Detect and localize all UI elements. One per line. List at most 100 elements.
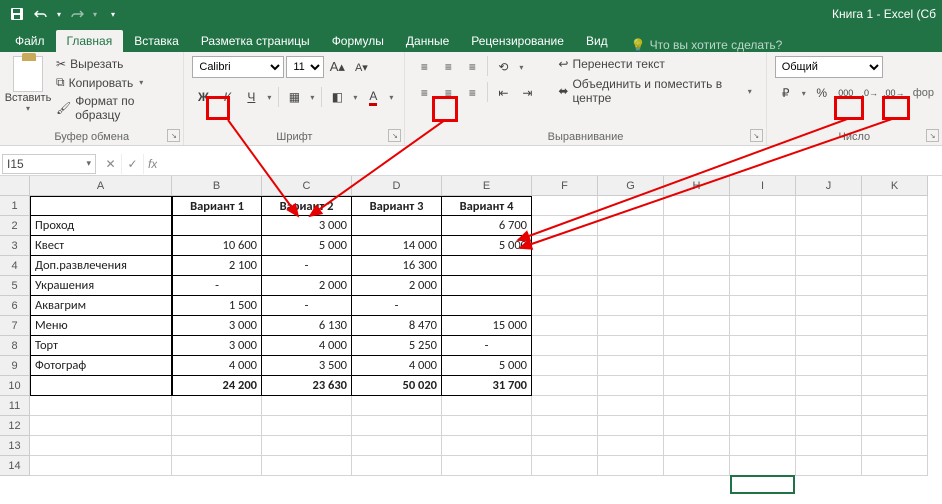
cell[interactable] [598,416,664,436]
save-icon[interactable] [6,3,28,25]
cell[interactable] [262,436,352,456]
cell[interactable] [442,396,532,416]
cell[interactable] [664,296,730,316]
cell[interactable] [730,276,796,296]
cell[interactable] [730,196,796,216]
enter-icon[interactable]: ✓ [122,154,144,174]
cell[interactable] [730,236,796,256]
column-header[interactable]: F [532,176,598,196]
increase-font-icon[interactable]: A▴ [326,56,348,78]
cell[interactable] [796,316,862,336]
currency-icon[interactable]: ₽ [775,82,797,104]
cell[interactable] [664,396,730,416]
cell[interactable]: 50 020 [352,376,442,396]
cell[interactable]: 5 000 [442,356,532,376]
row-header[interactable]: 13 [0,436,30,456]
cell[interactable] [598,216,664,236]
cell[interactable] [532,276,598,296]
cell[interactable] [664,256,730,276]
cell[interactable] [796,256,862,276]
fx-icon[interactable]: fx [148,157,157,171]
cell[interactable] [796,356,862,376]
thousands-separator-icon[interactable]: 000 [835,82,857,104]
cell[interactable] [30,416,172,436]
tell-me-search[interactable]: 💡 Что вы хотите сделать? [631,38,783,52]
cell[interactable]: - [442,336,532,356]
chevron-down-icon[interactable]: ▾ [799,82,809,104]
cell[interactable] [730,336,796,356]
cell[interactable]: 8 470 [352,316,442,336]
cell[interactable] [352,456,442,476]
cell[interactable]: Доп.развлечения [30,256,172,276]
cell[interactable] [532,256,598,276]
cell[interactable]: 4 000 [172,356,262,376]
row-header[interactable]: 14 [0,456,30,476]
cell[interactable] [664,276,730,296]
cell[interactable]: 5 250 [352,336,442,356]
font-name-select[interactable]: Calibri [192,56,284,78]
tab-page-layout[interactable]: Разметка страницы [190,30,321,52]
cell[interactable] [664,356,730,376]
cell[interactable]: 6 700 [442,216,532,236]
cell[interactable] [172,456,262,476]
cell[interactable] [532,436,598,456]
cell[interactable]: 5 000 [262,236,352,256]
undo-more-icon[interactable]: ▾ [54,3,64,25]
cell[interactable] [262,456,352,476]
cell[interactable]: 4 000 [262,336,352,356]
tab-file[interactable]: Файл [4,30,56,52]
align-bottom-icon[interactable]: ≡ [461,56,483,78]
cell[interactable] [862,456,928,476]
decrease-indent-icon[interactable]: ⇤ [492,82,514,104]
align-left-icon[interactable]: ≡ [413,82,435,104]
cell[interactable]: 4 000 [352,356,442,376]
cell[interactable]: Вариант 2 [262,196,352,216]
cell[interactable] [30,376,172,396]
tab-review[interactable]: Рецензирование [460,30,575,52]
chevron-down-icon[interactable]: ▾ [264,86,274,108]
cell[interactable] [862,216,928,236]
chevron-down-icon[interactable]: ▾ [350,86,360,108]
cell[interactable]: 2 000 [352,276,442,296]
cell[interactable] [862,276,928,296]
fill-color-button[interactable]: ◧ [326,86,348,108]
cell[interactable]: - [262,296,352,316]
align-center-icon[interactable]: ≡ [437,82,459,104]
cell[interactable]: 2 100 [172,256,262,276]
italic-button[interactable]: К [216,86,238,108]
cell[interactable] [796,376,862,396]
row-header[interactable]: 8 [0,336,30,356]
cell[interactable]: 3 000 [172,336,262,356]
name-box[interactable]: I15 ▾ [2,154,96,174]
cell[interactable] [796,216,862,236]
cell[interactable] [598,436,664,456]
undo-icon[interactable] [30,3,52,25]
cell[interactable] [532,396,598,416]
cell[interactable] [172,216,262,236]
cell[interactable] [598,336,664,356]
cell[interactable] [598,356,664,376]
chevron-down-icon[interactable]: ▾ [516,56,526,78]
cell[interactable] [862,196,928,216]
cell[interactable] [862,296,928,316]
cell[interactable] [598,456,664,476]
row-header[interactable]: 2 [0,216,30,236]
cell[interactable] [796,436,862,456]
borders-button[interactable]: ▦ [283,86,305,108]
cell[interactable]: Квест [30,236,172,256]
cell[interactable] [664,316,730,336]
cell[interactable] [796,296,862,316]
cell[interactable] [30,396,172,416]
cell[interactable] [532,356,598,376]
cell[interactable] [730,256,796,276]
cell[interactable] [664,216,730,236]
cell[interactable] [30,456,172,476]
row-header[interactable]: 7 [0,316,30,336]
align-middle-icon[interactable]: ≡ [437,56,459,78]
column-header[interactable]: I [730,176,796,196]
cell[interactable] [532,296,598,316]
cell[interactable] [532,236,598,256]
cell[interactable] [352,216,442,236]
cell[interactable] [730,296,796,316]
cell[interactable] [730,456,796,476]
